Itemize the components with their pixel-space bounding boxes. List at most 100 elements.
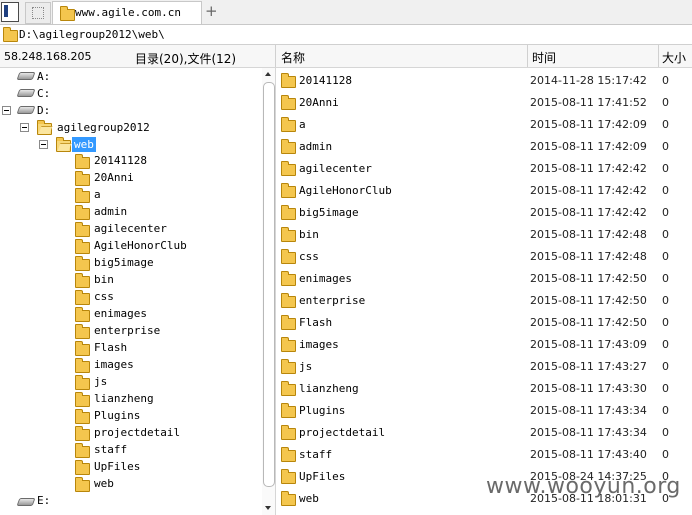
folder-icon xyxy=(281,315,296,330)
scroll-down-arrow-icon[interactable] xyxy=(265,506,271,510)
folder-icon xyxy=(75,188,90,203)
blank-page-button[interactable] xyxy=(25,2,51,24)
tree-drive-c[interactable]: C: xyxy=(37,87,50,100)
folder-icon xyxy=(281,359,296,374)
folder-icon xyxy=(281,403,296,418)
file-time: 2015-08-11 17:42:42 xyxy=(530,184,647,197)
folder-icon xyxy=(75,324,90,339)
tree-folder-item[interactable]: agilecenter xyxy=(94,222,167,235)
tree-folder-web-selected[interactable]: web xyxy=(72,137,96,152)
server-ip: 58.248.168.205 xyxy=(4,50,92,63)
panel-toggle-button[interactable] xyxy=(1,2,19,22)
tree-scrollbar[interactable] xyxy=(262,68,275,515)
tree-folder-item[interactable]: admin xyxy=(94,205,127,218)
file-name: AgileHonorClub xyxy=(299,184,392,197)
file-time: 2015-08-11 17:42:42 xyxy=(530,162,647,175)
file-name: web xyxy=(299,492,319,505)
new-tab-button[interactable]: + xyxy=(205,2,218,20)
tree-folder-item[interactable]: a xyxy=(94,188,101,201)
folder-icon xyxy=(75,392,90,407)
tree-folder-item[interactable]: images xyxy=(94,358,134,371)
folder-icon xyxy=(75,205,90,220)
tree-folder-item[interactable]: enimages xyxy=(94,307,147,320)
path-bar[interactable]: D:\agilegroup2012\web\ xyxy=(0,25,692,45)
file-time: 2015-08-11 17:42:50 xyxy=(530,294,647,307)
folder-icon xyxy=(281,117,296,132)
folder-icon xyxy=(281,227,296,242)
tree-drive-a[interactable]: A: xyxy=(37,70,50,83)
folder-tree: A: C: D: agilegroup2012 web 20141128 20An… xyxy=(0,68,262,515)
column-header-name[interactable]: 名称 xyxy=(281,49,305,66)
collapse-toggle[interactable] xyxy=(20,123,29,132)
tab-label: www.agile.com.cn xyxy=(75,6,181,19)
tab-www-agile[interactable]: www.agile.com.cn xyxy=(52,1,202,24)
tree-folder-item[interactable]: css xyxy=(94,290,114,303)
folder-open-icon xyxy=(56,137,71,152)
tree-folder-item[interactable]: 20Anni xyxy=(94,171,134,184)
scroll-up-arrow-icon[interactable] xyxy=(265,72,271,76)
blank-page-icon xyxy=(32,7,44,19)
tree-folder-agilegroup2012[interactable]: agilegroup2012 xyxy=(57,121,150,134)
header-divider xyxy=(527,45,528,67)
drive-icon xyxy=(16,72,36,80)
folder-icon xyxy=(75,171,90,186)
folder-icon xyxy=(75,460,90,475)
path-text: D:\agilegroup2012\web\ xyxy=(19,28,165,41)
file-name: projectdetail xyxy=(299,426,386,439)
tree-folder-item[interactable]: js xyxy=(94,375,107,388)
file-time: 2015-08-11 17:41:52 xyxy=(530,96,647,109)
file-size: 0 xyxy=(662,118,669,131)
file-name: enimages xyxy=(299,272,352,285)
file-name: a xyxy=(299,118,306,131)
folder-icon xyxy=(75,256,90,271)
file-size: 0 xyxy=(662,294,669,307)
file-size: 0 xyxy=(662,316,669,329)
folder-icon xyxy=(281,491,296,506)
tree-folder-item[interactable]: staff xyxy=(94,443,127,456)
tree-folder-item[interactable]: UpFiles xyxy=(94,460,140,473)
folder-icon xyxy=(75,341,90,356)
tree-folder-item[interactable]: web xyxy=(94,477,114,490)
collapse-toggle[interactable] xyxy=(2,106,11,115)
file-size: 0 xyxy=(662,162,669,175)
tree-folder-item[interactable]: AgileHonorClub xyxy=(94,239,187,252)
tree-folder-item[interactable]: Flash xyxy=(94,341,127,354)
tree-folder-item[interactable]: 20141128 xyxy=(94,154,147,167)
tree-drive-d[interactable]: D: xyxy=(37,104,50,117)
folder-icon xyxy=(281,73,296,88)
folder-icon xyxy=(75,477,90,492)
column-header-time[interactable]: 时间 xyxy=(532,49,556,66)
file-name: staff xyxy=(299,448,333,461)
file-name: UpFiles xyxy=(299,470,346,483)
folder-icon xyxy=(60,6,75,21)
file-size: 0 xyxy=(662,184,669,197)
tree-folder-item[interactable]: lianzheng xyxy=(94,392,154,405)
file-name: 20Anni xyxy=(299,96,339,109)
column-header-size[interactable]: 大小 xyxy=(662,49,686,66)
tree-folder-item[interactable]: enterprise xyxy=(94,324,160,337)
file-time: 2015-08-11 17:42:09 xyxy=(530,118,647,131)
folder-icon xyxy=(75,426,90,441)
file-name: admin xyxy=(299,140,333,153)
file-size: 0 xyxy=(662,338,669,351)
folder-icon xyxy=(75,307,90,322)
file-name: 20141128 xyxy=(299,74,352,87)
tree-folder-item[interactable]: big5image xyxy=(94,256,154,269)
file-time: 2015-08-11 17:43:09 xyxy=(530,338,647,351)
scrollbar-thumb[interactable] xyxy=(263,82,275,487)
folder-icon xyxy=(281,183,296,198)
collapse-toggle[interactable] xyxy=(39,140,48,149)
folder-icon xyxy=(281,337,296,352)
file-time: 2015-08-11 17:42:48 xyxy=(530,228,647,241)
folder-icon xyxy=(75,222,90,237)
folder-icon xyxy=(75,443,90,458)
file-time: 2015-08-11 17:42:48 xyxy=(530,250,647,263)
tree-drive-e[interactable]: E: xyxy=(37,494,50,507)
folder-icon xyxy=(3,27,18,42)
tree-folder-item[interactable]: bin xyxy=(94,273,114,286)
tree-folder-item[interactable]: projectdetail xyxy=(94,426,180,439)
tree-folder-item[interactable]: Plugins xyxy=(94,409,140,422)
file-name: lianzheng xyxy=(299,382,359,395)
file-size: 0 xyxy=(662,250,669,263)
file-time: 2014-11-28 15:17:42 xyxy=(530,74,647,87)
